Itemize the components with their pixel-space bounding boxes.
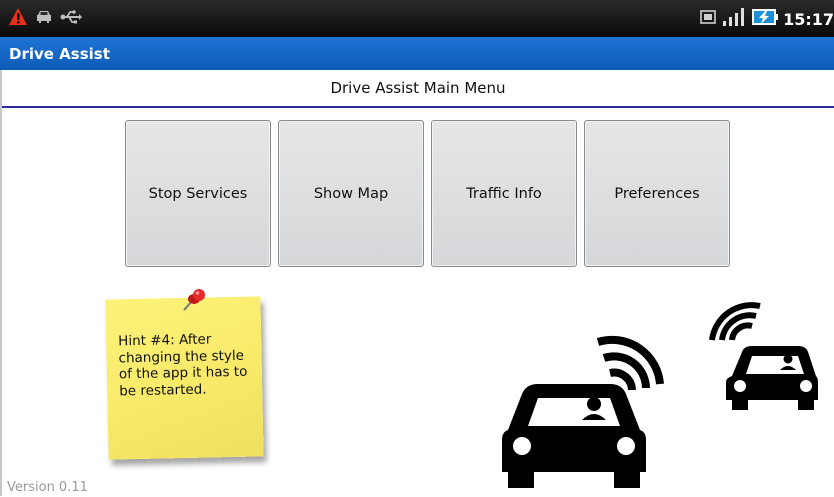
menu-header: Drive Assist Main Menu <box>2 70 834 108</box>
status-clock: 15:17 <box>783 9 834 29</box>
status-bar-right: 15:17 <box>699 7 834 32</box>
version-label: Version 0.11 <box>7 480 88 495</box>
menu-title: Drive Assist Main Menu <box>330 79 506 97</box>
car-icon <box>34 7 54 32</box>
traffic-info-button[interactable]: Traffic Info <box>431 120 577 267</box>
status-bar-left <box>8 7 82 32</box>
pushpin-icon <box>178 288 210 321</box>
signal-icon <box>721 7 747 32</box>
status-bar: 15:17 <box>0 0 834 37</box>
hint-text: Hint #4: After changing the style of the… <box>118 331 248 399</box>
connected-car-small-icon <box>708 300 818 417</box>
show-map-button[interactable]: Show Map <box>278 120 424 267</box>
warning-icon <box>8 7 28 32</box>
stop-services-button[interactable]: Stop Services <box>125 120 271 267</box>
app-title-bar: Drive Assist <box>0 37 834 70</box>
usb-icon <box>60 7 82 32</box>
battery-charging-icon <box>751 7 779 32</box>
left-edge-divider <box>0 70 2 496</box>
connected-car-large-icon <box>498 322 680 497</box>
preferences-button[interactable]: Preferences <box>584 120 730 267</box>
app-title: Drive Assist <box>9 45 110 63</box>
sim-icon <box>699 8 717 31</box>
